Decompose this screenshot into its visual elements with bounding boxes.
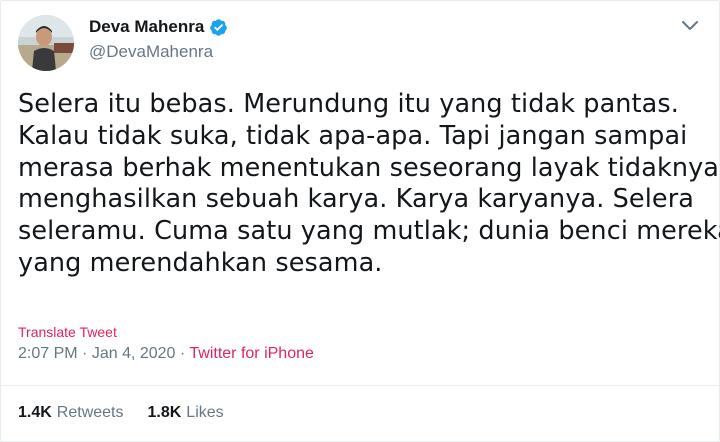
tweet-date[interactable]: Jan 4, 2020 [92, 345, 176, 362]
verified-badge-icon [209, 18, 228, 37]
divider [1, 385, 719, 386]
meta-separator: · [179, 345, 190, 362]
retweets-stat[interactable]: 1.4K Retweets [18, 404, 124, 422]
retweets-count: 1.4K [18, 404, 52, 421]
tweet-line: merasa berhak menentukan seseorang layak… [18, 152, 719, 183]
likes-stat[interactable]: 1.8K Likes [148, 404, 224, 422]
tweet-meta: 2:07 PM · Jan 4, 2020 · Twitter for iPho… [18, 345, 314, 363]
tweet-source-link[interactable]: Twitter for iPhone [189, 345, 314, 362]
engagement-stats: 1.4K Retweets 1.8K Likes [18, 404, 248, 422]
author-handle[interactable]: @DevaMahenra [89, 42, 213, 62]
likes-label: Likes [186, 404, 224, 421]
tweet-card: Deva Mahenra @DevaMahenra Selera itu beb… [0, 0, 720, 442]
tweet-line: Selera itu bebas. Merundung itu yang tid… [18, 89, 679, 119]
tweet-line: menghasilkan sebuah karya. Karya karyany… [18, 184, 695, 215]
display-name[interactable]: Deva Mahenra [89, 17, 204, 37]
tweet-line: seleramu. Cuma satu yang mutlak; dunia b… [18, 216, 720, 247]
tweet-line: yang merendahkan sesama. [18, 247, 383, 278]
meta-separator: · [82, 345, 92, 362]
retweets-label: Retweets [56, 404, 124, 421]
tweet-time[interactable]: 2:07 PM [18, 345, 78, 362]
tweet-text: Selera itu bebas. Merundung itu yang tid… [18, 89, 720, 280]
chevron-down-icon[interactable] [681, 19, 699, 37]
likes-count: 1.8K [147, 404, 182, 421]
avatar[interactable] [18, 15, 74, 71]
profile-photo [18, 15, 74, 71]
tweet-line: Kalau tidak suka, tidak apa-apa. Tapi ja… [18, 120, 688, 151]
author-name-row[interactable]: Deva Mahenra [89, 17, 228, 37]
translate-tweet-link[interactable]: Translate Tweet [18, 324, 117, 340]
